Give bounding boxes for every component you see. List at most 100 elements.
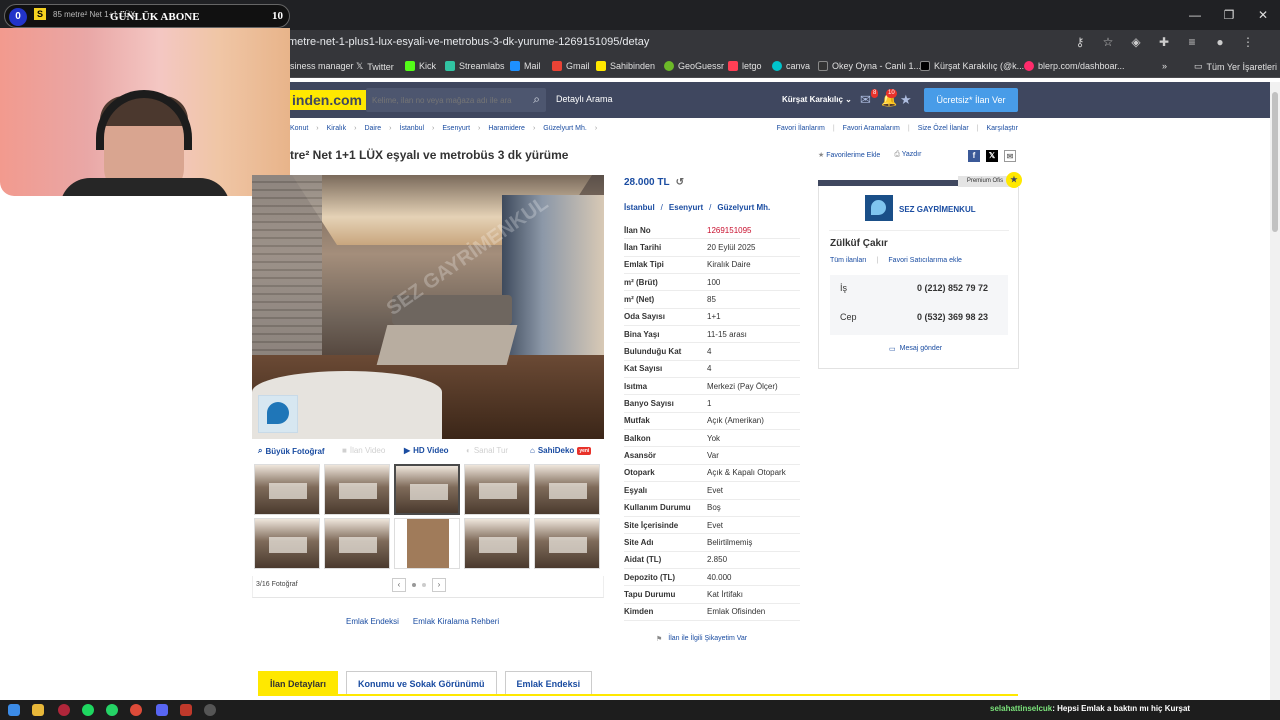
bookmark-geoguessr[interactable]: GeoGuessr [664, 61, 724, 71]
star-icon[interactable]: ☆ [1100, 34, 1116, 50]
breadcrumb-item[interactable]: Güzelyurt Mh. [543, 125, 587, 132]
detail-label: Depozito (TL) [624, 572, 676, 582]
puzzle-icon[interactable]: ✚ [1156, 34, 1172, 50]
special-listings-link[interactable]: Size Özel İlanlar [918, 125, 969, 132]
breadcrumb-item[interactable]: Daire [364, 125, 381, 132]
sahideko-button[interactable]: ⌂ SahiDeko yeni [530, 446, 592, 455]
compare-link[interactable]: Karşılaştır [986, 125, 1018, 132]
search-icon[interactable]: ⌕ [533, 92, 540, 107]
location-neighborhood[interactable]: Güzelyurt Mh. [717, 203, 770, 212]
restore-icon[interactable]: ❐ [1212, 0, 1246, 30]
bookmark-tiktok[interactable]: Kürşat Karakılıç (@k... [920, 61, 1024, 71]
close-icon[interactable]: ✕ [1246, 0, 1280, 30]
emlak-endeksi-link[interactable]: Emlak Endeksi [346, 617, 399, 626]
whatsapp-icon[interactable] [106, 704, 118, 716]
detailed-search-link[interactable]: Detaylı Arama [556, 94, 613, 104]
bookmark-business-manager[interactable]: isiness manager [288, 61, 354, 71]
bookmarks-overflow-icon[interactable]: » [1162, 61, 1167, 71]
page-scrollbar[interactable] [1270, 82, 1280, 702]
app-icon[interactable] [180, 704, 192, 716]
envelope-icon[interactable]: ✉ [860, 92, 871, 108]
photo-thumbnail[interactable] [254, 518, 320, 569]
key-icon[interactable]: ⚷ [1072, 34, 1088, 50]
rental-guide-link[interactable]: Emlak Kiralama Rehberi [413, 617, 499, 626]
photo-thumbnail[interactable] [464, 464, 530, 515]
send-message-button[interactable]: ▭ Mesaj gönder [889, 345, 942, 353]
location-district[interactable]: Esenyurt [669, 203, 703, 212]
location-city[interactable]: İstanbul [624, 203, 655, 212]
chrome-icon[interactable] [130, 704, 142, 716]
breadcrumb-item[interactable]: Konut [290, 125, 308, 132]
bookmark-blerp[interactable]: blerp.com/dashboar... [1024, 61, 1125, 71]
listing-video-button[interactable]: ■ İlan Video [342, 446, 385, 455]
user-menu[interactable]: Kürşat Karakılıç ⌄ [782, 95, 852, 104]
chevron-left-icon[interactable]: ‹ [392, 578, 406, 592]
photo-thumbnail[interactable] [324, 464, 390, 515]
photo-thumbnail[interactable] [464, 518, 530, 569]
bookmark-twitter[interactable]: 𝕏 Twitter [356, 61, 394, 72]
file-explorer-icon[interactable] [32, 704, 44, 716]
tab-location-street-view[interactable]: Konumu ve Sokak Görünümü [346, 671, 497, 695]
complaint-link[interactable]: ⚑ İlan ile İlgili Şikayetim Var [656, 635, 747, 643]
tab-listing-details[interactable]: İlan Detayları [258, 671, 339, 695]
all-bookmarks[interactable]: ▭ Tüm Yer İşaretleri [1194, 61, 1277, 72]
menu-icon[interactable]: ⋮ [1240, 34, 1256, 50]
photo-thumbnail[interactable] [534, 464, 600, 515]
scrollbar-thumb[interactable] [1272, 92, 1278, 232]
media-icon[interactable]: ≡ [1184, 34, 1200, 50]
photo-thumbnail[interactable] [324, 518, 390, 569]
hd-video-button[interactable]: ▶ HD Video [404, 446, 449, 455]
photo-thumbnail-selected[interactable] [394, 464, 460, 515]
price-history-icon[interactable]: ↺ [676, 177, 684, 188]
extension-icon[interactable]: ◈ [1128, 34, 1144, 50]
main-photo[interactable]: SEZ GAYRİMENKUL [252, 175, 604, 439]
url-field[interactable]: metre-net-1-plus1-lux-esyali-ve-metrobus… [288, 36, 649, 48]
breadcrumb-item[interactable]: İstanbul [400, 125, 425, 132]
breadcrumb-item[interactable]: Haramidere [488, 125, 525, 132]
bookmark-canva[interactable]: canva [772, 61, 810, 71]
favorite-searches-link[interactable]: Favori Aramalarım [843, 125, 900, 132]
site-logo[interactable]: inden.com [290, 90, 367, 110]
opera-icon[interactable] [58, 704, 70, 716]
all-listings-link[interactable]: Tüm ilanları [830, 257, 867, 264]
add-favorite-button[interactable]: ★ Favorilerime Ekle [818, 151, 880, 159]
bookmark-streamlabs[interactable]: Streamlabs [445, 61, 505, 71]
discord-icon[interactable] [156, 704, 168, 716]
spotify-icon[interactable] [82, 704, 94, 716]
pager-dot[interactable] [412, 583, 416, 587]
search-input[interactable] [372, 92, 522, 108]
print-button[interactable]: ⎙ Yazdır [894, 151, 921, 159]
x-icon[interactable]: 𝕏 [986, 150, 998, 162]
mobile-phone[interactable]: 0 (532) 369 98 23 [917, 312, 988, 322]
bookmark-kick[interactable]: Kick [405, 61, 436, 71]
star-icon[interactable]: ★ [900, 92, 912, 108]
profile-icon[interactable]: ● [1212, 34, 1228, 50]
virtual-tour-button[interactable]: ◐ Sanal Tur [466, 446, 508, 455]
bookmark-okey[interactable]: Okey Oyna - Canlı 1... [818, 61, 921, 71]
breadcrumb-item[interactable]: Esenyurt [442, 125, 470, 132]
minimize-icon[interactable]: — [1178, 0, 1212, 30]
pager-dot[interactable] [422, 583, 426, 587]
chevron-right-icon[interactable]: › [432, 578, 446, 592]
bookmark-letgo[interactable]: letgo [728, 61, 762, 71]
agency-name[interactable]: SEZ GAYRİMENKUL [899, 205, 976, 214]
big-photo-button[interactable]: ⌕ Büyük Fotoğraf [258, 446, 325, 456]
bookmark-sahibinden[interactable]: Sahibinden [596, 61, 655, 71]
tab-emlak-endeksi[interactable]: Emlak Endeksi [504, 671, 593, 695]
bookmark-gmail[interactable]: Gmail [552, 61, 590, 71]
detail-label: Mutfak [624, 416, 650, 426]
photo-thumbnail[interactable] [394, 518, 460, 569]
bookmark-mail[interactable]: Mail [510, 61, 541, 71]
windows-start-icon[interactable] [8, 704, 20, 716]
post-listing-button[interactable]: Ücretsiz* İlan Ver [924, 88, 1018, 112]
agency-logo[interactable] [865, 195, 893, 221]
favorite-listings-link[interactable]: Favori İlanlarım [777, 125, 825, 132]
email-share-icon[interactable]: ✉ [1004, 150, 1016, 162]
work-phone[interactable]: 0 (212) 852 79 72 [917, 283, 988, 293]
breadcrumb-item[interactable]: Kiralık [327, 125, 346, 132]
photo-thumbnail[interactable] [254, 464, 320, 515]
obs-icon[interactable] [204, 704, 216, 716]
photo-thumbnail[interactable] [534, 518, 600, 569]
favorite-seller-link[interactable]: Favori Satıcılarıma ekle [888, 257, 962, 264]
facebook-icon[interactable]: f [968, 150, 980, 162]
